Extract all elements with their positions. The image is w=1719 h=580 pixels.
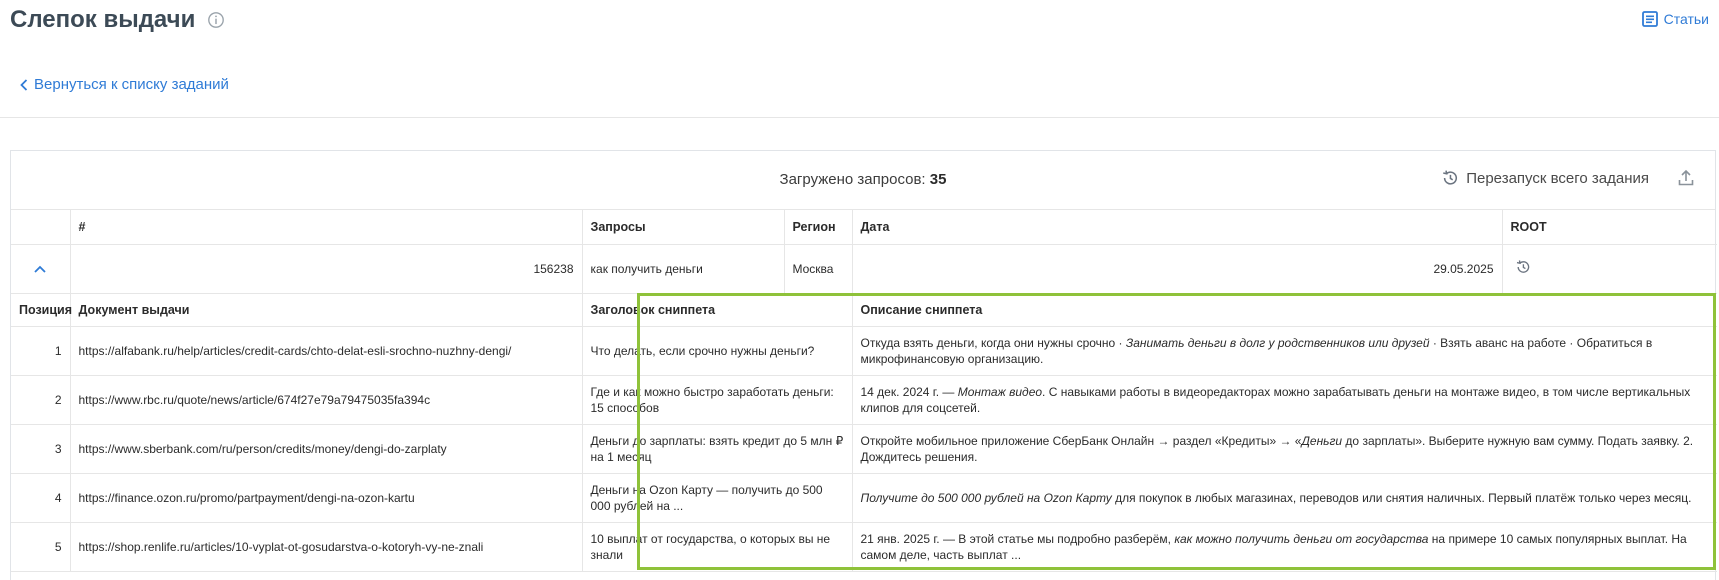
task-id: 156238 [70, 244, 583, 294]
result-snippet-desc: Откуда взять деньги, когда они нужны сро… [852, 326, 1717, 376]
restart-label: Перезапуск всего задания [1466, 169, 1649, 187]
articles-link-label: Статьи [1663, 11, 1709, 27]
result-url[interactable]: https://www.sberbank.com/ru/person/credi… [70, 424, 583, 474]
header-divider [0, 117, 1719, 118]
col-region-header: Регион [784, 210, 853, 245]
root-cell [1502, 244, 1717, 294]
summary-bar: Загружено запросов: 35 Перезапуск всего … [11, 151, 1715, 210]
desc-highlight: Деньги [1301, 434, 1343, 448]
result-snippet-title: Деньги до зарплаты: взять кредит до 5 мл… [582, 424, 853, 474]
result-snippet-title: Деньги на Ozon Карту — получить до 500 0… [582, 473, 853, 523]
info-icon[interactable] [207, 11, 225, 29]
result-snippet-title: Что делать, если срочно нужны деньги? [582, 326, 853, 376]
expand-column-header [11, 210, 71, 245]
task-query: как получить деньги [582, 244, 785, 294]
col-date-header: Дата [852, 210, 1503, 245]
chevron-left-icon [20, 78, 28, 91]
result-snippet-desc: 14 дек. 2024 г. — Монтаж видео. С навыка… [852, 375, 1717, 425]
snapshot-table: # Запросы Регион Дата ROOT 156238 как по… [11, 210, 1717, 294]
desc-highlight: Получите до 500 000 рублей на Ozon Карту [860, 491, 1112, 505]
upload-icon [1678, 169, 1694, 186]
result-position: 3 [11, 424, 71, 474]
result-snippet-desc: 21 янв. 2025 г. — В этой статье мы подро… [852, 522, 1717, 572]
col-queries-header: Запросы [582, 210, 785, 245]
loaded-label: Загружено запросов: [779, 171, 926, 188]
desc-part: для покупок в любых магазинах, переводов… [1111, 491, 1692, 505]
back-to-tasks-link[interactable]: Вернуться к списку заданий [20, 76, 229, 93]
result-url[interactable]: https://shop.renlife.ru/articles/10-vypl… [70, 522, 583, 572]
result-position: 4 [11, 473, 71, 523]
page-title: Слепок выдачи [10, 6, 225, 34]
col-id-header: # [70, 210, 583, 245]
result-position: 5 [11, 522, 71, 572]
desc-part: 14 дек. 2024 г. — [860, 385, 958, 399]
col-position-header: Позиция [11, 293, 72, 327]
result-url[interactable]: https://finance.ozon.ru/promo/partpaymen… [70, 473, 583, 523]
task-header-row: # Запросы Регион Дата ROOT [11, 210, 1717, 245]
table-row: 3 https://www.sberbank.com/ru/person/cre… [11, 424, 1717, 474]
book-icon [1641, 11, 1658, 27]
desc-part: Откуда взять деньги, когда они нужны сро… [860, 336, 1126, 350]
result-snippet-desc: Откройте мобильное приложение СберБанк О… [852, 424, 1717, 474]
articles-link[interactable]: Статьи [1641, 11, 1709, 27]
col-snippet-desc-header: Описание сниппета [852, 293, 1717, 327]
chevron-up-icon [34, 265, 46, 273]
history-icon[interactable] [1515, 259, 1531, 275]
task-date: 29.05.2025 [852, 244, 1503, 294]
col-document-header: Документ выдачи [70, 293, 583, 327]
task-region: Москва [784, 244, 853, 294]
export-button[interactable] [1677, 169, 1695, 192]
history-icon [1443, 170, 1458, 185]
result-position: 1 [11, 326, 71, 376]
loaded-value: 35 [929, 171, 947, 188]
desc-highlight: Монтаж видео [957, 385, 1043, 399]
result-snippet-desc: Получите до 500 000 рублей на Ozon Карту… [852, 473, 1717, 523]
result-snippet-title: 10 выплат от государства, о которых вы н… [582, 522, 853, 572]
table-row: 4 https://finance.ozon.ru/promo/partpaym… [11, 473, 1717, 523]
desc-highlight: Занимать деньги в долг у родственников и… [1125, 336, 1430, 350]
task-row: 156238 как получить деньги Москва 29.05.… [11, 244, 1717, 294]
table-row: 2 https://www.rbc.ru/quote/news/article/… [11, 375, 1717, 425]
collapse-toggle[interactable] [11, 244, 71, 294]
desc-part: 21 янв. 2025 г. — В этой статье мы подро… [860, 532, 1175, 546]
desc-part: Откройте мобильное приложение СберБанк О… [860, 434, 1302, 448]
desc-highlight: как можно получить деньги от государства [1174, 532, 1429, 546]
table-row: 1 https://alfabank.ru/help/articles/cred… [11, 326, 1717, 376]
col-root-header: ROOT [1502, 210, 1717, 245]
back-link-label: Вернуться к списку заданий [34, 76, 229, 93]
results-header-row: Позиция Документ выдачи Заголовок сниппе… [11, 293, 1717, 327]
page-title-text: Слепок выдачи [10, 6, 196, 33]
table-row: 5 https://shop.renlife.ru/articles/10-vy… [11, 522, 1717, 572]
result-snippet-title: Где и как можно быстро заработать деньги… [582, 375, 853, 425]
snapshot-card: Загружено запросов: 35 Перезапуск всего … [10, 150, 1717, 580]
result-url[interactable]: https://www.rbc.ru/quote/news/article/67… [70, 375, 583, 425]
results-table: Позиция Документ выдачи Заголовок сниппе… [11, 293, 1717, 572]
result-position: 2 [11, 375, 71, 425]
result-url[interactable]: https://alfabank.ru/help/articles/credit… [70, 326, 583, 376]
restart-task-button[interactable]: Перезапуск всего задания [1441, 169, 1649, 187]
col-snippet-title-header: Заголовок сниппета [582, 293, 853, 327]
